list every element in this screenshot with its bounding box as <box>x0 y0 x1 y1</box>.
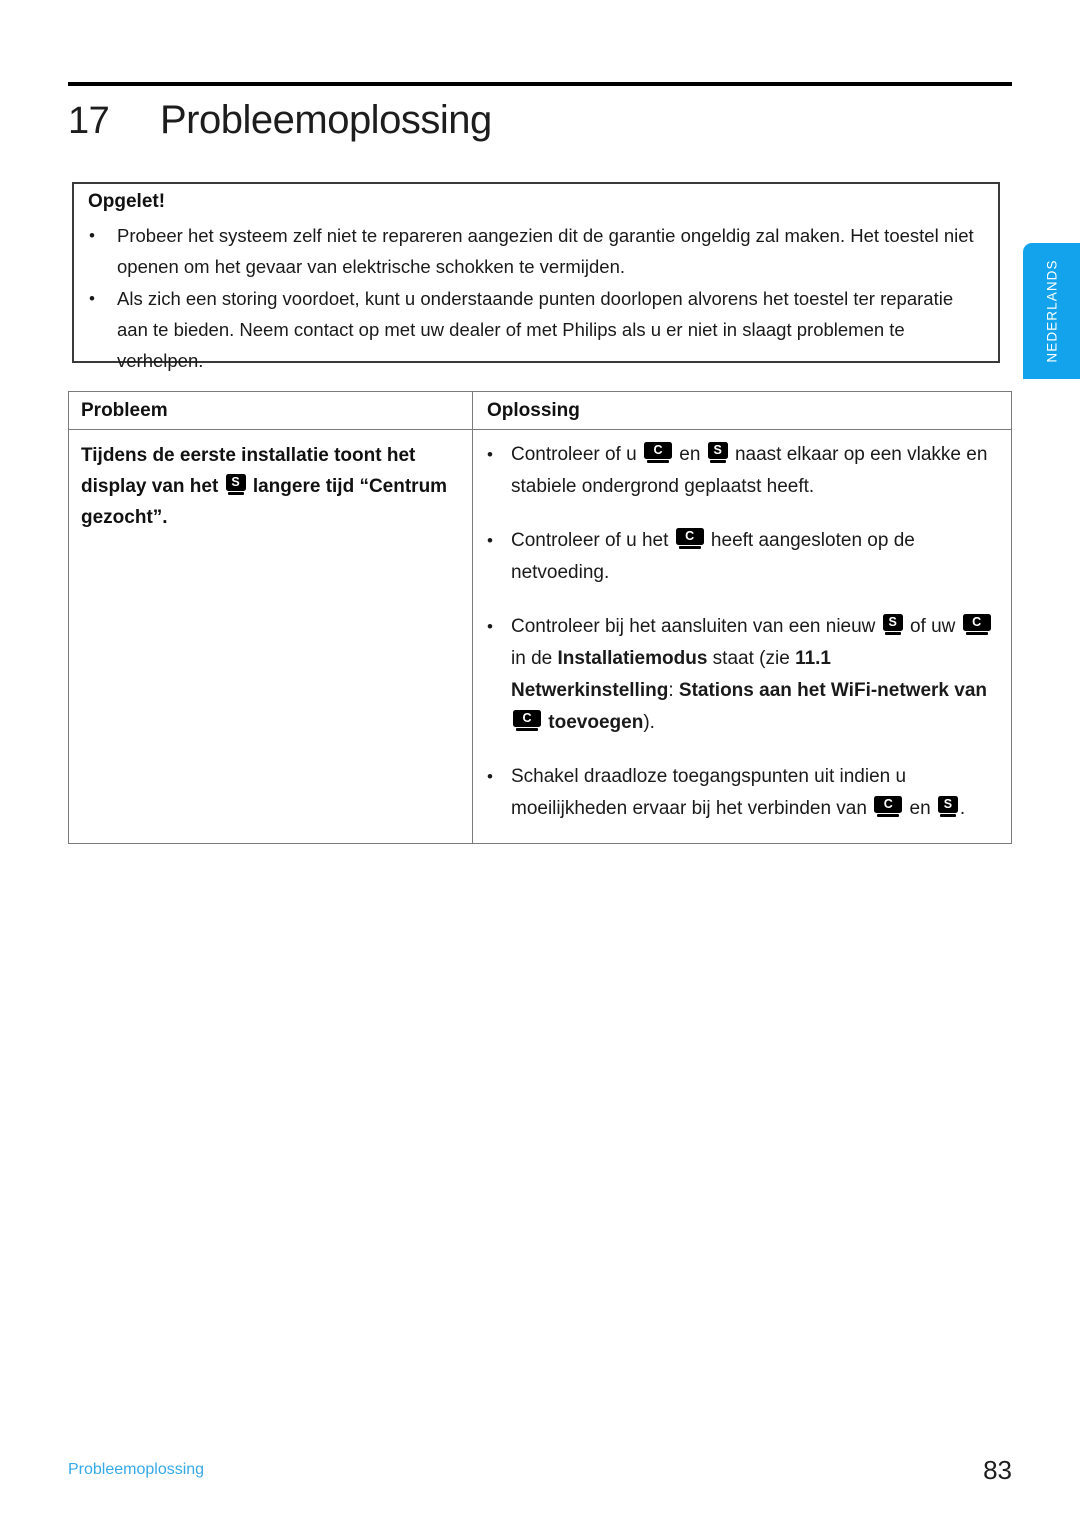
device-icon-letter: C <box>513 710 541 727</box>
problem-description: Tijdens de eerste installatie toont het … <box>81 440 460 533</box>
solution-text-part: ). <box>643 712 655 733</box>
device-icon-letter: S <box>225 474 246 491</box>
solution-text-part: en <box>904 798 936 819</box>
solution-text-part: staat (zie <box>707 648 796 669</box>
column-header-solution: Oplossing <box>487 400 580 421</box>
caution-box: Opgelet! • Probeer het systeem zelf niet … <box>72 182 1000 371</box>
solution-text-part: Controleer bij het aansluiten van een ni… <box>511 616 881 637</box>
center-device-icon: C <box>962 614 991 636</box>
solution-item-text: Controleer of u C en S naast elkaar op e… <box>511 439 997 503</box>
chapter-title: Probleemoplossing <box>160 98 492 142</box>
footer-page-number: 83 <box>983 1455 1012 1485</box>
device-icon-stand <box>884 632 901 635</box>
solution-text-part: : <box>668 680 679 701</box>
center-device-icon: C <box>643 442 672 464</box>
device-icon-letter: C <box>874 796 903 813</box>
solution-text-part: Installatiemodus <box>557 648 708 669</box>
page-title: 17 Probleemoplossing <box>68 98 1012 143</box>
troubleshooting-table: Probleem Oplossing Tijdens de eerste ins… <box>68 391 1012 844</box>
device-icon-letter: C <box>962 614 991 631</box>
language-side-tab: NEDERLANDS <box>1023 243 1080 379</box>
device-icon-letter: S <box>707 442 728 459</box>
bullet-icon: • <box>89 226 95 245</box>
device-icon-stand <box>877 814 900 817</box>
solution-text-part: Schakel draadloze toegangspunten uit ind… <box>511 766 907 819</box>
station-device-icon: S <box>882 614 903 636</box>
solution-item-text: Controleer bij het aansluiten van een ni… <box>511 611 997 739</box>
solution-item-text: Controleer of u het C heeft aangesloten … <box>511 525 997 589</box>
document-page: 17 Probleemoplossing NEDERLANDS Opgelet!… <box>0 0 1080 1527</box>
table-cell-problem: Tijdens de eerste installatie toont het … <box>69 430 473 843</box>
table-header-solution-cell: Oplossing <box>473 392 1011 429</box>
solution-list: • Controleer of u C en S naast elkaar op … <box>487 439 997 825</box>
device-icon-letter: C <box>675 528 704 545</box>
caution-list: • Probeer het systeem zelf niet te repare… <box>86 220 988 377</box>
device-icon-letter: S <box>937 796 958 813</box>
solution-text-part: en <box>673 444 706 465</box>
caution-title: Opgelet! <box>88 191 166 212</box>
bullet-icon: • <box>487 617 493 636</box>
caution-list-item: • Als zich een storing voordoet, kunt u o… <box>86 283 988 376</box>
solution-list-item: • Controleer of u het C heeft aangesloten… <box>487 525 997 589</box>
bullet-icon: • <box>487 445 493 464</box>
device-icon-letter: S <box>882 614 903 631</box>
solution-text-part: Stations aan het WiFi-netwerk van <box>678 680 988 701</box>
bullet-icon: • <box>487 767 493 786</box>
center-device-icon: C <box>874 796 903 818</box>
table-row: Tijdens de eerste installatie toont het … <box>69 430 1011 843</box>
language-tab-label: NEDERLANDS <box>1044 259 1059 363</box>
solution-text-part: . <box>959 798 966 819</box>
caution-list-item: • Probeer het systeem zelf niet te repare… <box>86 220 988 282</box>
device-icon-stand <box>709 460 726 463</box>
bullet-icon: • <box>89 289 95 308</box>
caution-item-text: Probeer het systeem zelf niet te reparer… <box>117 225 974 277</box>
solution-text-part: toevoegen <box>543 712 644 733</box>
bullet-icon: • <box>487 531 493 550</box>
station-device-icon: S <box>937 796 958 818</box>
chapter-number: 17 <box>68 100 110 142</box>
header-rule <box>68 82 1012 86</box>
device-icon-stand <box>678 546 701 549</box>
solution-list-item: • Controleer of u C en S naast elkaar op … <box>487 439 997 503</box>
device-icon-stand <box>939 814 956 817</box>
device-icon-stand <box>965 632 988 635</box>
column-header-problem: Probleem <box>81 400 168 421</box>
device-icon-stand <box>516 728 538 731</box>
station-device-icon: S <box>707 442 728 464</box>
center-device-icon: C <box>675 528 704 550</box>
caution-item-text: Als zich een storing voordoet, kunt u on… <box>117 288 954 371</box>
table-header-problem-cell: Probleem <box>69 392 473 429</box>
solution-text-part: of uw <box>904 616 961 637</box>
table-cell-solution: • Controleer of u C en S naast elkaar op … <box>473 430 1011 843</box>
solution-text-part: Controleer of u het <box>511 530 674 551</box>
solution-text-part: in de <box>511 648 558 669</box>
solution-item-text: Schakel draadloze toegangspunten uit ind… <box>511 761 997 825</box>
station-device-icon: S <box>225 474 246 496</box>
device-icon-stand <box>227 492 244 495</box>
table-header-row: Probleem Oplossing <box>69 392 1011 430</box>
solution-text-part: Controleer of u <box>511 444 642 465</box>
device-icon-letter: C <box>643 442 672 459</box>
center-device-icon: C <box>513 710 541 732</box>
solution-list-item: • Controleer bij het aansluiten van een n… <box>487 611 997 739</box>
footer-section-label: Probleemoplossing <box>68 1461 205 1478</box>
device-icon-stand <box>646 460 669 463</box>
solution-list-item: • Schakel draadloze toegangspunten uit in… <box>487 761 997 825</box>
